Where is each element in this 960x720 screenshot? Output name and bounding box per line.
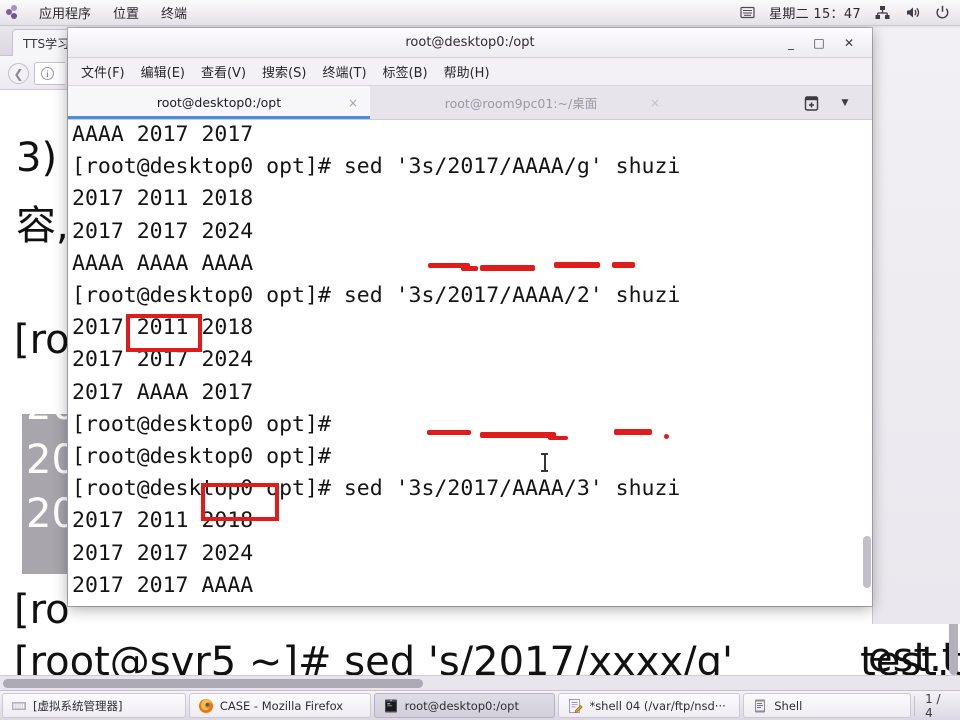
- terminal-line: [root@desktop0 opt]#: [72, 444, 344, 469]
- terminal-tabbar: root@desktop0:/opt × root@room9pc01:~/桌面…: [68, 86, 872, 120]
- menu-search[interactable]: 搜索(S): [255, 59, 313, 84]
- taskbar-item-vm-manager[interactable]: [虚拟系统管理器]: [2, 693, 186, 718]
- terminal-line: 2017 2017 2024: [72, 540, 254, 566]
- taskbar-label: CASE - Mozilla Firefox: [219, 698, 344, 713]
- scrollbar-thumb[interactable]: [3, 679, 423, 688]
- taskbar-label: [虚拟系统管理器]: [33, 698, 123, 713]
- desktop-screen: TTS学习 ❮ i _ ▫ ✕ 3)容,[ro202020[ro内//新st.t…: [0, 0, 960, 720]
- taskbar: [虚拟系统管理器] CASE - Mozilla Firefox root@de…: [0, 690, 960, 720]
- terminal-line: [root@desktop0 opt]#: [72, 411, 344, 437]
- close-icon[interactable]: ×: [348, 96, 358, 110]
- menu-places[interactable]: 位置: [109, 1, 143, 24]
- terminal-menubar: 文件(F) 编辑(E) 查看(V) 搜索(S) 终端(T) 标签(B) 帮助(H…: [68, 58, 872, 86]
- vm-manager-icon: [11, 698, 27, 714]
- firefox-tab-label: TTS学习: [23, 37, 70, 51]
- clock[interactable]: 星期二 15：47: [769, 3, 861, 22]
- new-tab-icon[interactable]: [796, 86, 826, 120]
- background-text-line: 3): [16, 135, 58, 181]
- menu-tabs[interactable]: 标签(B): [376, 59, 435, 84]
- background-text-line: [ro: [14, 587, 70, 633]
- annotation-box: [126, 314, 202, 352]
- terminal-line: AAAA 2017 2017: [72, 122, 254, 147]
- annotation-underline: [461, 266, 478, 271]
- info-icon: i: [41, 67, 54, 80]
- terminal-line: 2017 2011 2018: [72, 186, 254, 212]
- annotation-underline: [614, 429, 652, 435]
- maximize-button[interactable]: □: [806, 28, 832, 58]
- close-icon[interactable]: ×: [650, 96, 660, 110]
- system-logo-icon: [6, 5, 21, 20]
- taskbar-item-firefox[interactable]: CASE - Mozilla Firefox: [188, 693, 371, 718]
- taskbar-item-shell[interactable]: Shell: [743, 693, 912, 718]
- workspace-indicator[interactable]: 1 / 4: [914, 692, 952, 720]
- annotation-underline: [548, 436, 568, 440]
- terminal-output-area[interactable]: AAAA 2017 2017 [root@desktop0 opt]# sed '…: [68, 120, 872, 606]
- taskbar-label: Shell: [774, 698, 803, 713]
- annotation-underline: [480, 265, 535, 271]
- menu-terminal[interactable]: 终端: [157, 1, 191, 24]
- terminal-tab-2-label: root@room9pc01:~/桌面: [444, 96, 598, 111]
- terminal-scrollbar[interactable]: [863, 536, 871, 588]
- terminal-line: [root@desktop0 opt]# sed '3s/2017/AAAA/3…: [72, 476, 681, 502]
- minimize-button[interactable]: _: [778, 28, 804, 58]
- close-button[interactable]: ✕: [836, 28, 862, 58]
- editor-icon: [567, 698, 584, 714]
- background-text-line: [ro: [14, 317, 70, 363]
- power-icon[interactable]: [934, 4, 951, 21]
- firefox-icon: [198, 698, 214, 714]
- chevron-down-icon[interactable]: ▼: [832, 86, 858, 120]
- menu-view[interactable]: 查看(V): [194, 59, 253, 84]
- menu-terminal[interactable]: 终端(T): [315, 59, 373, 84]
- annotation-underline: [427, 430, 471, 435]
- site-identity-box[interactable]: i: [34, 62, 65, 85]
- back-arrow-icon[interactable]: ❮: [8, 63, 29, 84]
- terminal-tab-1-label: root@desktop0:/opt: [156, 95, 282, 110]
- menu-file[interactable]: 文件(F): [74, 59, 132, 84]
- background-window-edge: [872, 28, 960, 624]
- annotation-underline: [554, 262, 600, 268]
- menu-help[interactable]: 帮助(H): [437, 59, 497, 84]
- menu-applications[interactable]: 应用程序: [35, 1, 95, 24]
- terminal-line: 2017 2017 2024: [72, 218, 254, 244]
- terminal-title: root@desktop0:/opt: [405, 35, 535, 50]
- text-cursor-ibeam: [541, 453, 548, 472]
- annotation-underline: [480, 432, 556, 438]
- terminal-tab-1[interactable]: root@desktop0:/opt ×: [68, 86, 370, 119]
- shell-icon: [752, 698, 768, 714]
- annotation-dot: [664, 434, 669, 439]
- terminal-window: root@desktop0:/opt _ □ ✕ 文件(F) 编辑(E) 查看(…: [68, 28, 872, 606]
- top-panel: 应用程序 位置 终端 星期二 15：47: [0, 0, 960, 26]
- annotation-box: [201, 483, 279, 521]
- annotation-underline: [612, 262, 635, 268]
- terminal-line: 2017 2017 AAAA: [72, 572, 254, 598]
- firefox-horizontal-scrollbar[interactable]: [0, 675, 960, 690]
- terminal-line: AAAA AAAA AAAA: [72, 250, 254, 276]
- taskbar-label: root@desktop0:/opt: [404, 698, 519, 713]
- keyboard-icon[interactable]: [739, 4, 756, 21]
- taskbar-item-terminal[interactable]: root@desktop0:/opt: [373, 693, 556, 718]
- terminal-icon: [383, 698, 399, 714]
- terminal-line: 2017 AAAA 2017: [72, 379, 254, 405]
- network-icon[interactable]: [874, 4, 891, 21]
- taskbar-label: *shell 04 (/var/ftp/nsd···: [589, 698, 726, 713]
- terminal-titlebar: root@desktop0:/opt _ □ ✕: [68, 28, 872, 58]
- terminal-line: 2017 2017 2024: [72, 347, 254, 373]
- background-text-line: 容,: [16, 203, 69, 249]
- terminal-line: [root@desktop0 opt]# sed '3s/2017/AAAA/2…: [72, 283, 681, 308]
- terminal-line: [root@desktop0 opt]# sed '3s/2017/AAAA/g…: [72, 154, 681, 180]
- volume-icon[interactable]: [904, 4, 921, 21]
- menu-edit[interactable]: 编辑(E): [134, 59, 192, 84]
- terminal-tab-2[interactable]: root@room9pc01:~/桌面 ×: [370, 86, 672, 119]
- taskbar-item-editor[interactable]: *shell 04 (/var/ftp/nsd···: [558, 693, 741, 718]
